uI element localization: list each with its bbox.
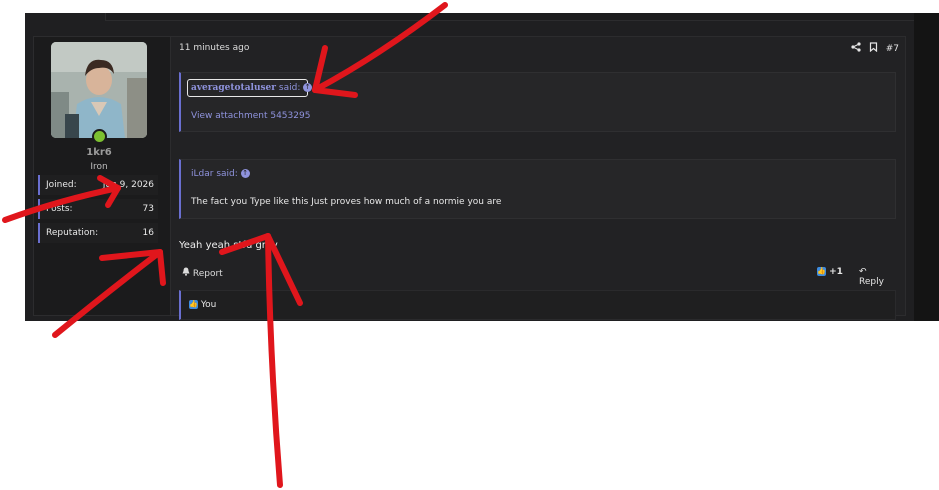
annotation-arrow [219,233,271,255]
annotation-arrow [2,185,121,223]
annotation-overlay [2,2,448,488]
annotation-arrow [312,87,358,98]
annotation-arrow [97,175,121,191]
annotation-arrow [265,233,303,306]
annotation-arrow [52,249,163,338]
annotation-arrow [312,2,448,93]
annotation-arrow [157,249,166,286]
annotation-arrow [265,233,283,488]
